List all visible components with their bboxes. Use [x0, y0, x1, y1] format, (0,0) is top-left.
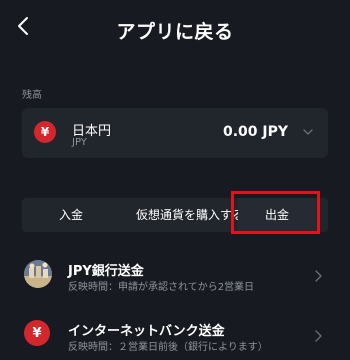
balance-amount: 0.00 JPY — [222, 124, 288, 140]
method-title: JPY銀行送金 — [68, 264, 144, 279]
tab-deposit[interactable]: 入金 — [48, 198, 94, 232]
withdraw-highlight-box — [231, 191, 320, 234]
page: アプリに戻る 残高 ¥ 日本円 JPY 0.00 JPY 入金 仮想通貨を購入す… — [0, 0, 350, 360]
yen-icon: ¥ — [34, 121, 56, 143]
bank-avatar-icon — [24, 260, 52, 288]
method-subtitle: 反映時間：申請が承認されてから2営業日 — [68, 282, 255, 293]
chevron-right-icon — [315, 270, 322, 282]
back-to-app-title[interactable]: アプリに戻る — [0, 17, 350, 44]
chevron-down-icon — [303, 129, 313, 135]
chevron-right-icon — [315, 330, 322, 342]
list-item-jpy-bank-transfer[interactable]: JPY銀行送金 反映時間：申請が承認されてから2営業日 — [0, 258, 350, 302]
balance-label: 残高 — [22, 90, 42, 101]
method-title: インターネットバンク送金 — [68, 324, 225, 339]
list-item-internet-bank-transfer[interactable]: ¥ インターネットバンク送金 反映時間：２営業日前後（銀行によります） — [0, 318, 350, 360]
currency-code: JPY — [72, 137, 87, 148]
method-subtitle: 反映時間：２営業日前後（銀行によります） — [68, 342, 268, 353]
yen-icon: ¥ — [24, 320, 50, 346]
header: アプリに戻る — [0, 0, 350, 60]
currency-selector[interactable]: ¥ 日本円 JPY 0.00 JPY — [22, 108, 328, 158]
